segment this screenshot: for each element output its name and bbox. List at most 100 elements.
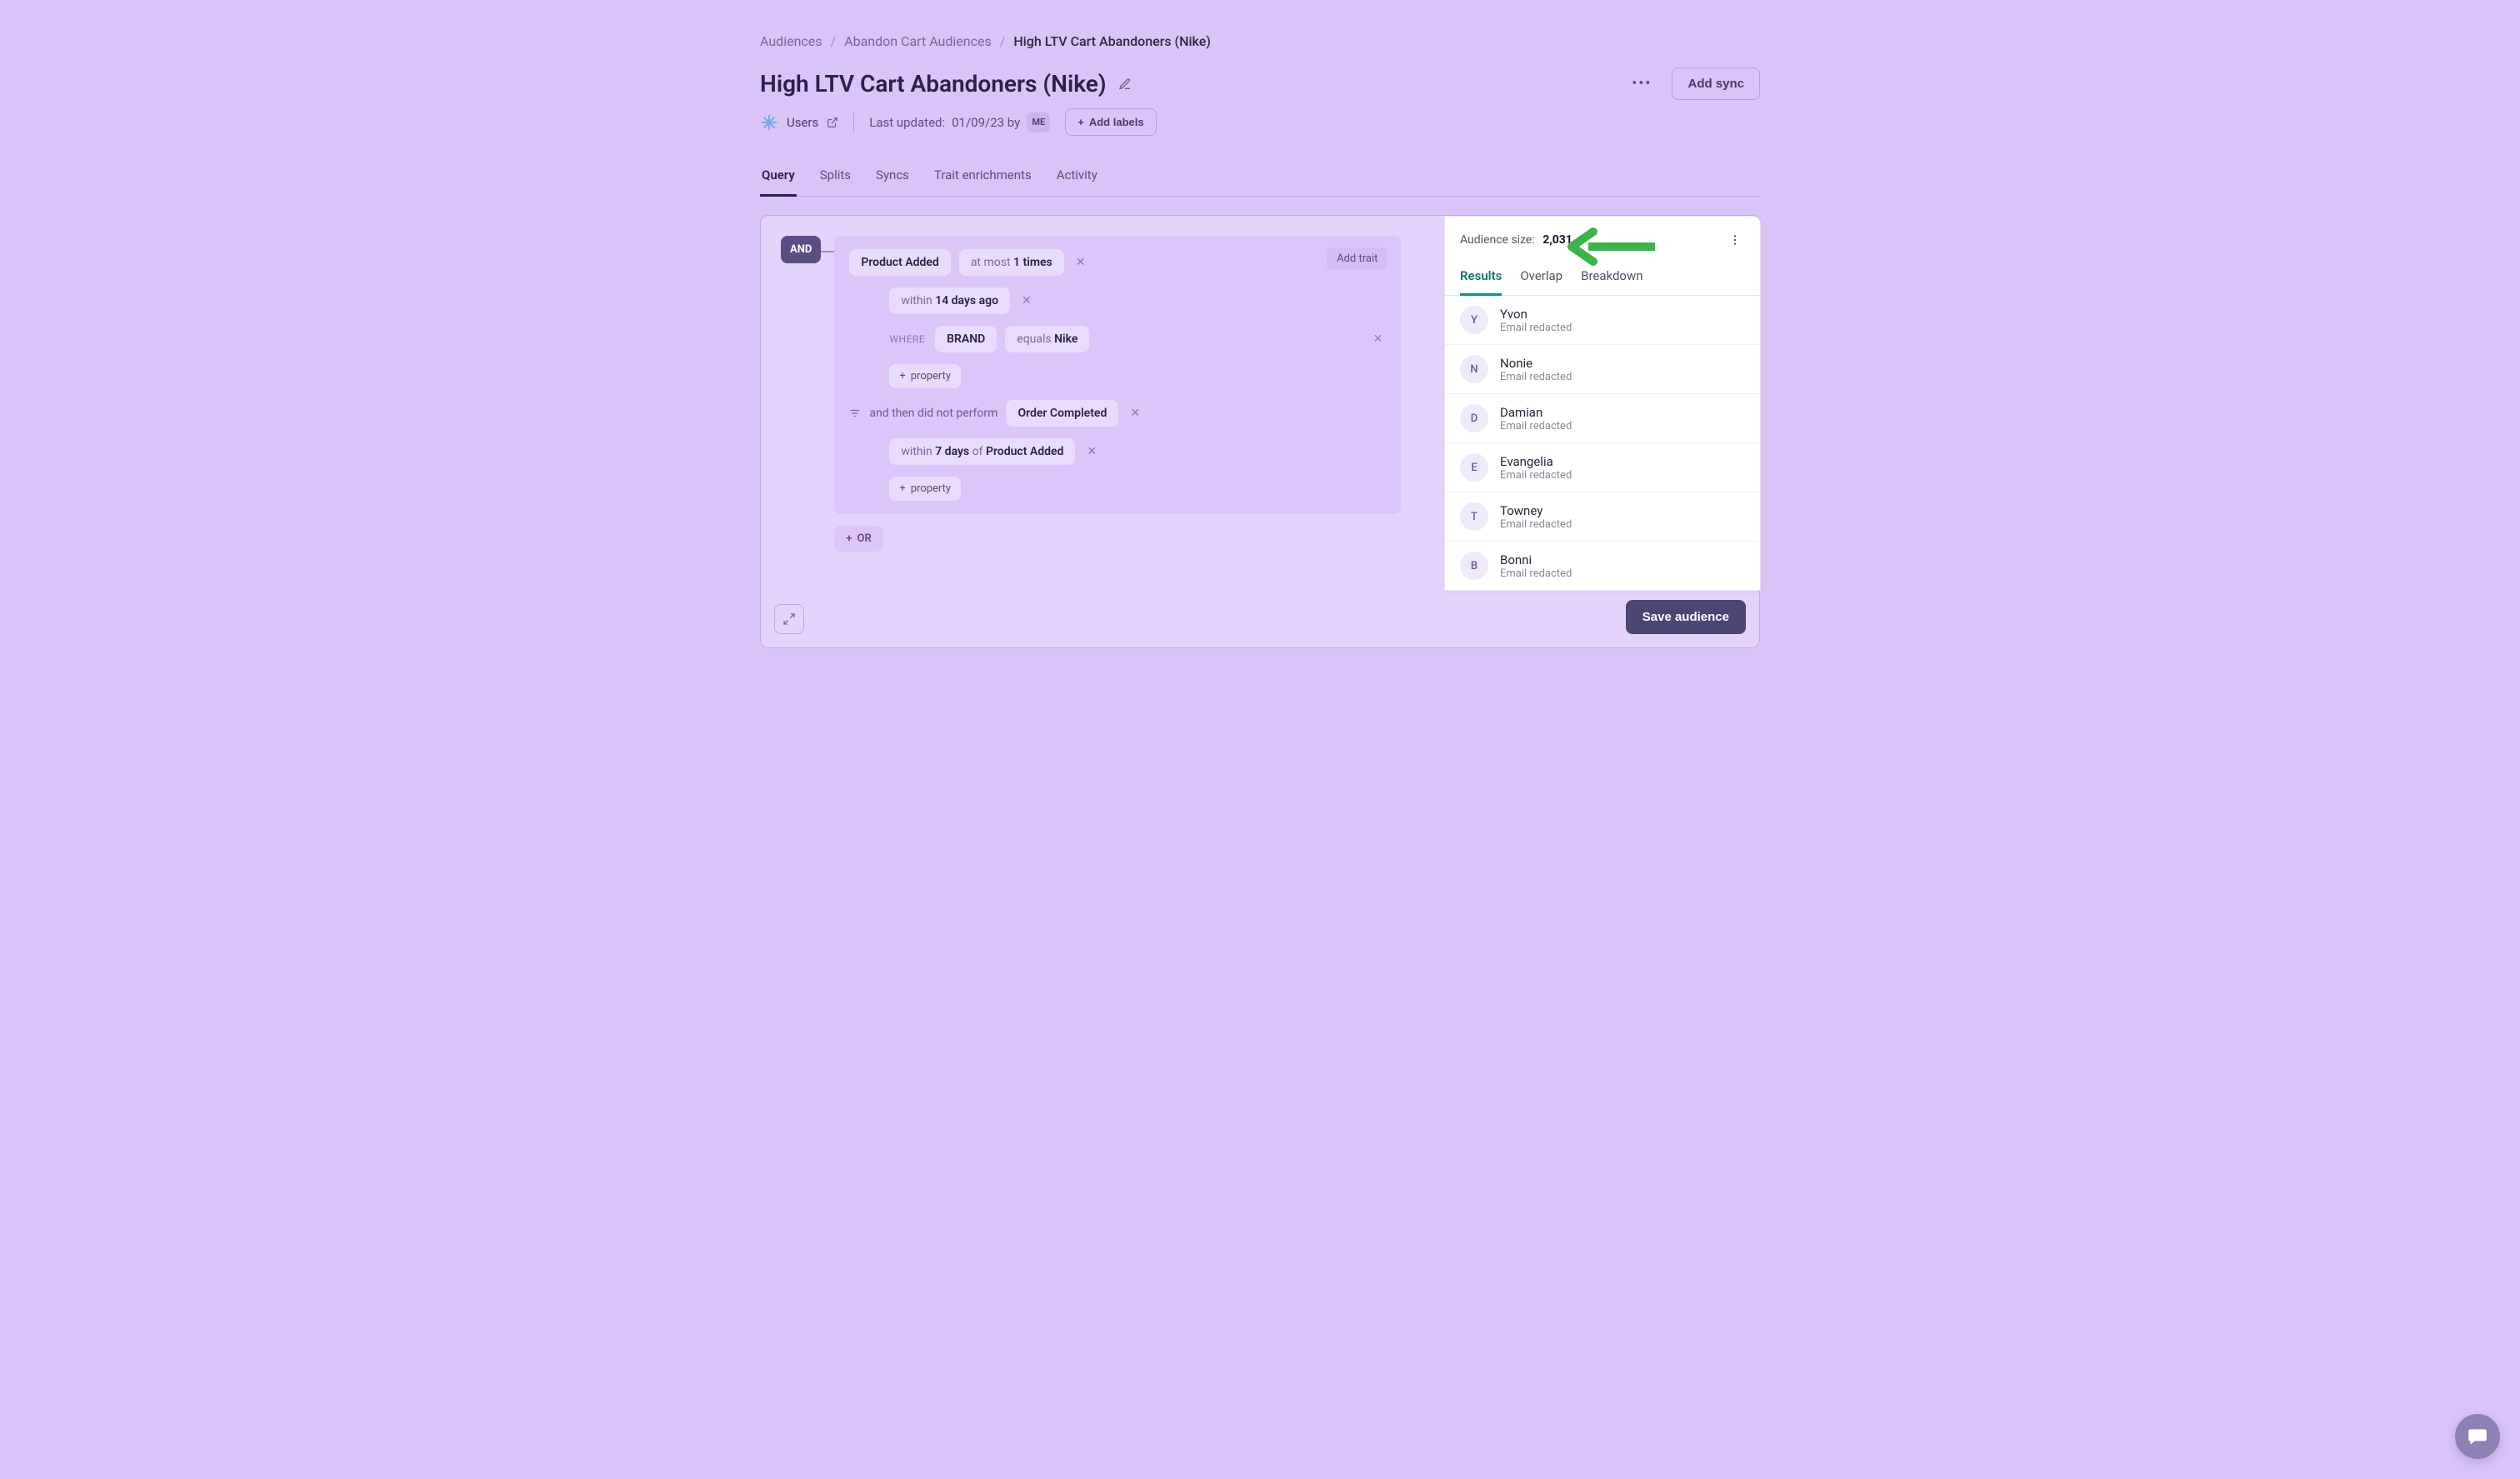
- prop-val: Nike: [1054, 332, 1078, 346]
- result-email: Email redacted: [1500, 420, 1572, 432]
- result-row[interactable]: N NonieEmail redacted: [1445, 345, 1760, 394]
- funnel-ref-event: Product Added: [986, 445, 1063, 458]
- funnel-label: and then did not perform: [869, 407, 998, 420]
- event-count-chip[interactable]: at most 1 times: [959, 249, 1064, 276]
- avatar: E: [1460, 453, 1488, 482]
- plus-icon: +: [899, 370, 905, 382]
- add-property-text: property: [911, 482, 951, 495]
- add-sync-button[interactable]: Add sync: [1672, 67, 1760, 100]
- tab-query[interactable]: Query: [760, 159, 797, 197]
- result-email: Email redacted: [1500, 518, 1572, 531]
- preview-panel: Audience size: 2,031 Results Overlap Bre…: [1444, 216, 1761, 591]
- preview-tabs: Results Overlap Breakdown: [1445, 255, 1760, 296]
- parent-model-link[interactable]: Users: [760, 113, 838, 132]
- result-row[interactable]: D DamianEmail redacted: [1445, 394, 1760, 443]
- last-updated-label: Last updated:: [869, 115, 945, 130]
- add-funnel-property-button[interactable]: + property: [889, 477, 961, 501]
- event-time-chip[interactable]: within 14 days ago: [889, 287, 1010, 314]
- result-name: Nonie: [1500, 356, 1572, 371]
- result-email: Email redacted: [1500, 322, 1572, 334]
- result-name: Towney: [1500, 503, 1572, 518]
- plus-icon: +: [846, 532, 852, 545]
- or-text: OR: [858, 532, 872, 545]
- funnel-of: of: [972, 445, 983, 458]
- time-prefix: within: [901, 294, 932, 307]
- result-name: Damian: [1500, 405, 1572, 420]
- expand-canvas-button[interactable]: [774, 604, 804, 634]
- result-row[interactable]: T TowneyEmail redacted: [1445, 492, 1760, 542]
- funnel-time-value: 7 days: [935, 445, 969, 458]
- property-name-chip[interactable]: BRAND: [935, 326, 997, 352]
- count-value: 1 times: [1013, 256, 1052, 269]
- result-email: Email redacted: [1500, 469, 1572, 482]
- funnel-time-prefix: within: [901, 445, 932, 458]
- result-email: Email redacted: [1500, 567, 1572, 580]
- breadcrumb-root[interactable]: Audiences: [760, 33, 822, 49]
- last-updated-value: 01/09/23 by: [952, 115, 1020, 130]
- remove-funnel-time-icon[interactable]: ✕: [1083, 443, 1100, 460]
- funnel-event-chip[interactable]: Order Completed: [1006, 400, 1118, 427]
- plus-icon: +: [899, 482, 905, 495]
- breadcrumb-sep: /: [831, 33, 837, 49]
- time-value: 14 days ago: [935, 294, 998, 307]
- editor-avatar[interactable]: ME: [1027, 112, 1050, 132]
- parent-model-name: Users: [787, 115, 818, 130]
- and-operator-chip[interactable]: AND: [781, 236, 821, 263]
- result-email: Email redacted: [1500, 371, 1572, 383]
- results-list: YYvonEmail redactedNNonieEmail redactedD…: [1445, 296, 1760, 590]
- result-name: Yvon: [1500, 307, 1572, 322]
- avatar: B: [1460, 552, 1488, 580]
- more-actions-button[interactable]: •••: [1627, 72, 1657, 96]
- breadcrumb-sep: /: [1000, 33, 1006, 49]
- event-name-text: Product Added: [861, 256, 938, 269]
- result-row[interactable]: Y YvonEmail redacted: [1445, 296, 1760, 345]
- audience-size-value: 2,031: [1542, 233, 1572, 247]
- result-name: Evangelia: [1500, 454, 1572, 469]
- last-updated: Last updated: 01/09/23 by ME: [869, 112, 1050, 132]
- remove-where-icon[interactable]: ✕: [1368, 331, 1388, 347]
- event-name-chip[interactable]: Product Added: [849, 249, 950, 276]
- tab-syncs[interactable]: Syncs: [874, 159, 911, 196]
- pencil-icon[interactable]: [1118, 77, 1132, 91]
- add-property-button[interactable]: + property: [889, 364, 961, 388]
- result-row[interactable]: E EvangeliaEmail redacted: [1445, 443, 1760, 492]
- tab-activity[interactable]: Activity: [1055, 159, 1099, 196]
- result-row[interactable]: B BonniEmail redacted: [1445, 542, 1760, 590]
- plus-icon: +: [1078, 116, 1084, 128]
- query-builder-canvas: AND Add trait Product Added at most 1 ti…: [760, 215, 1760, 648]
- funnel-event-text: Order Completed: [1018, 407, 1107, 420]
- avatar: Y: [1460, 306, 1488, 334]
- remove-funnel-icon[interactable]: ✕: [1127, 405, 1143, 422]
- tab-splits[interactable]: Splits: [818, 159, 852, 196]
- preview-tab-results[interactable]: Results: [1460, 262, 1502, 296]
- avatar: T: [1460, 502, 1488, 531]
- preview-tab-breakdown[interactable]: Breakdown: [1581, 262, 1642, 295]
- property-value-chip[interactable]: equals Nike: [1005, 326, 1089, 352]
- preview-menu-button[interactable]: [1725, 230, 1745, 250]
- breadcrumb-parent[interactable]: Abandon Cart Audiences: [844, 33, 992, 49]
- result-name: Bonni: [1500, 552, 1572, 567]
- prop-name: BRAND: [947, 332, 985, 346]
- add-labels-text: Add labels: [1089, 116, 1144, 128]
- prop-op: equals: [1017, 332, 1051, 346]
- connector-line: [821, 251, 834, 252]
- preview-tab-overlap[interactable]: Overlap: [1520, 262, 1562, 295]
- page-title: High LTV Cart Abandoners (Nike): [760, 70, 1107, 97]
- remove-time-icon[interactable]: ✕: [1018, 292, 1035, 309]
- funnel-time-chip[interactable]: within 7 days of Product Added: [889, 438, 1075, 465]
- breadcrumb: Audiences / Abandon Cart Audiences / Hig…: [760, 33, 1760, 49]
- remove-count-icon[interactable]: ✕: [1072, 254, 1089, 271]
- count-prefix: at most: [971, 256, 1011, 269]
- tab-trait-enrichments[interactable]: Trait enrichments: [932, 159, 1033, 196]
- save-audience-button[interactable]: Save audience: [1626, 600, 1746, 634]
- add-property-text: property: [911, 370, 951, 382]
- avatar: N: [1460, 355, 1488, 383]
- add-trait-button[interactable]: Add trait: [1327, 247, 1388, 270]
- avatar: D: [1460, 404, 1488, 432]
- snowflake-icon: [760, 113, 778, 132]
- or-operator-button[interactable]: + OR: [834, 526, 882, 552]
- add-labels-button[interactable]: + Add labels: [1065, 108, 1156, 136]
- intercom-chat-button[interactable]: [2455, 1414, 2500, 1459]
- main-tabs: Query Splits Syncs Trait enrichments Act…: [760, 159, 1760, 197]
- where-label: WHERE: [889, 333, 925, 345]
